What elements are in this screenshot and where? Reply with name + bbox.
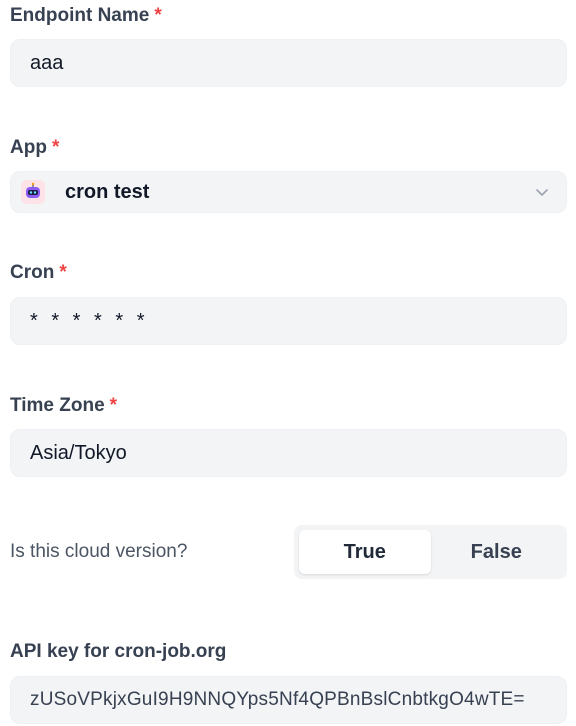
required-asterisk: *: [154, 5, 162, 26]
endpoint-name-input[interactable]: aaa: [10, 39, 567, 87]
api-key-label: API key for cron-job.org: [10, 641, 226, 663]
cloud-version-false-option[interactable]: False: [431, 530, 563, 574]
api-key-input[interactable]: zUSoVPkjxGuI9H9NNQYps5Nf4QPBnBslCnbtkgO4…: [10, 676, 567, 724]
cron-input[interactable]: * * * * * *: [10, 297, 567, 345]
endpoint-name-label: Endpoint Name *: [10, 5, 162, 27]
required-asterisk: *: [59, 262, 67, 283]
endpoint-form: Endpoint Name * aaa App * cron test Cron *: [0, 0, 576, 726]
app-selected-value: cron test: [65, 180, 150, 203]
robot-avatar-icon: [21, 180, 45, 204]
cloud-version-question: Is this cloud version?: [10, 541, 188, 562]
chevron-down-icon: [532, 182, 552, 202]
time-zone-label: Time Zone *: [10, 395, 117, 417]
endpoint-name-value: aaa: [30, 51, 64, 74]
app-label-text: App: [10, 137, 47, 158]
api-key-label-text: API key for cron-job.org: [10, 641, 227, 662]
cloud-version-toggle: True False: [294, 525, 567, 579]
endpoint-name-label-text: Endpoint Name: [10, 5, 150, 26]
required-asterisk: *: [51, 137, 60, 158]
cloud-version-true-option[interactable]: True: [299, 530, 431, 574]
app-label: App *: [10, 137, 59, 159]
cron-value: * * * * * *: [30, 309, 149, 332]
time-zone-label-text: Time Zone: [10, 395, 105, 416]
time-zone-value: Asia/Tokyo: [30, 441, 127, 464]
cron-label-text: Cron: [10, 262, 55, 283]
time-zone-input[interactable]: Asia/Tokyo: [10, 429, 567, 477]
app-select[interactable]: cron test: [10, 171, 567, 213]
required-asterisk: *: [109, 395, 118, 416]
api-key-value: zUSoVPkjxGuI9H9NNQYps5Nf4QPBnBslCnbtkgO4…: [30, 689, 525, 710]
cron-label: Cron *: [10, 262, 67, 284]
